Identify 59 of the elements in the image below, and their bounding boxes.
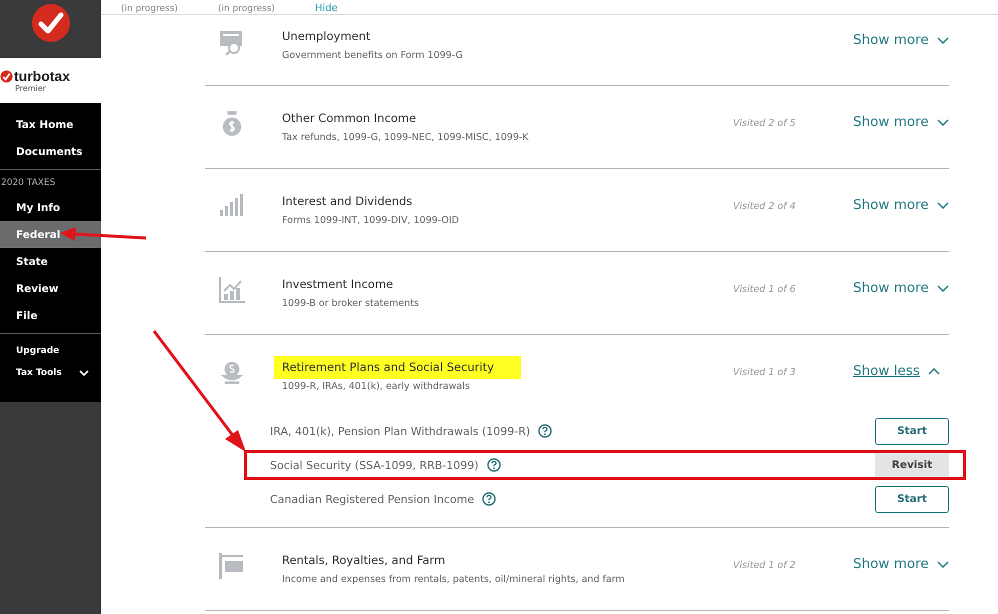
section-subtitle: 1099-B or broker statements xyxy=(282,298,419,309)
show-toggle-link[interactable]: Show more xyxy=(853,280,949,296)
show-toggle-link[interactable]: Show more xyxy=(853,197,949,213)
chevron-down-icon xyxy=(936,560,949,568)
topic-label: Social Security (SSA-1099, RRB-1099) xyxy=(270,458,479,472)
start-button[interactable]: Start xyxy=(875,418,949,444)
nav-item[interactable]: Tax Home xyxy=(0,111,101,138)
chevron-down-icon xyxy=(936,202,949,208)
section-subtitle: Government benefits on Form 1099-G xyxy=(282,50,463,61)
topic-label: IRA, 401(k), Pension Plan Withdrawals (1099-R) xyxy=(270,424,530,438)
nav-heading: 2020 TAXES xyxy=(0,177,56,190)
section-subtitle: 1099-R, IRAs, 401(k), early withdrawals xyxy=(282,381,470,392)
section-subtitle: Tax refunds, 1099-G, 1099-NEC, 1099-MISC, 1099-K xyxy=(282,132,529,143)
signpost-icon xyxy=(219,553,245,579)
show-toggle-link[interactable]: Show less xyxy=(853,363,940,379)
chart-icon xyxy=(219,277,245,303)
show-toggle-link[interactable]: Show more xyxy=(853,32,949,48)
section-title: Unemployment xyxy=(282,29,370,44)
section-title: Investment Income xyxy=(282,277,394,292)
show-toggle-link[interactable]: Show more xyxy=(853,556,949,572)
nav-item[interactable]: Upgrade xyxy=(0,340,101,362)
status-text: (in progress) xyxy=(121,5,178,14)
section-subtitle: Forms 1099-INT, 1099-DIV, 1099-OID xyxy=(282,215,459,226)
status-text: (in progress) xyxy=(218,5,275,14)
nav-item[interactable]: State xyxy=(0,248,101,275)
nav-item[interactable]: Review xyxy=(0,275,101,302)
money-bag-icon xyxy=(221,111,243,137)
chevron-down-icon xyxy=(936,36,949,44)
visited-count: Visited 1 of 2 xyxy=(733,560,796,571)
section-title: Rentals, Royalties, and Farm xyxy=(282,553,446,568)
nav-item[interactable]: Documents xyxy=(0,138,101,165)
check-logo-icon[interactable] xyxy=(30,3,70,43)
nest-egg-icon xyxy=(219,360,245,386)
section-title: Other Common Income xyxy=(282,111,416,126)
visited-count: Visited 1 of 3 xyxy=(733,367,796,378)
show-toggle-link[interactable]: Show more xyxy=(853,114,949,130)
nav-item[interactable]: Tax Tools xyxy=(0,362,101,384)
section-title: Interest and Dividends xyxy=(282,194,412,209)
nav-item[interactable]: My Info xyxy=(0,194,101,221)
help-icon[interactable] xyxy=(538,424,552,438)
visited-count: Visited 1 of 6 xyxy=(733,284,796,295)
bar-graph-icon xyxy=(220,194,244,216)
edition-label: Premier xyxy=(14,84,47,93)
help-icon[interactable] xyxy=(482,492,496,506)
help-icon[interactable] xyxy=(486,458,501,472)
hide-link[interactable]: Hide xyxy=(314,4,338,14)
nav-item[interactable]: File xyxy=(0,302,101,329)
visited-count: Visited 2 of 5 xyxy=(733,118,796,129)
visited-count: Visited 2 of 4 xyxy=(733,201,796,212)
document-search-icon xyxy=(219,29,245,55)
chevron-down-icon xyxy=(936,284,949,292)
nav-item[interactable]: Federal xyxy=(0,221,101,248)
highlighted-section-title: Retirement Plans and Social Security xyxy=(274,356,521,379)
section-subtitle: Income and expenses from rentals, patents, oil/mineral rights, and farm xyxy=(282,574,625,585)
chevron-down-icon xyxy=(936,118,949,126)
start-button[interactable]: Start xyxy=(875,486,949,512)
chevron-up-icon xyxy=(928,368,940,374)
topic-label: Canadian Registered Pension Income xyxy=(270,492,474,506)
brand-name: turbotax xyxy=(14,68,70,84)
